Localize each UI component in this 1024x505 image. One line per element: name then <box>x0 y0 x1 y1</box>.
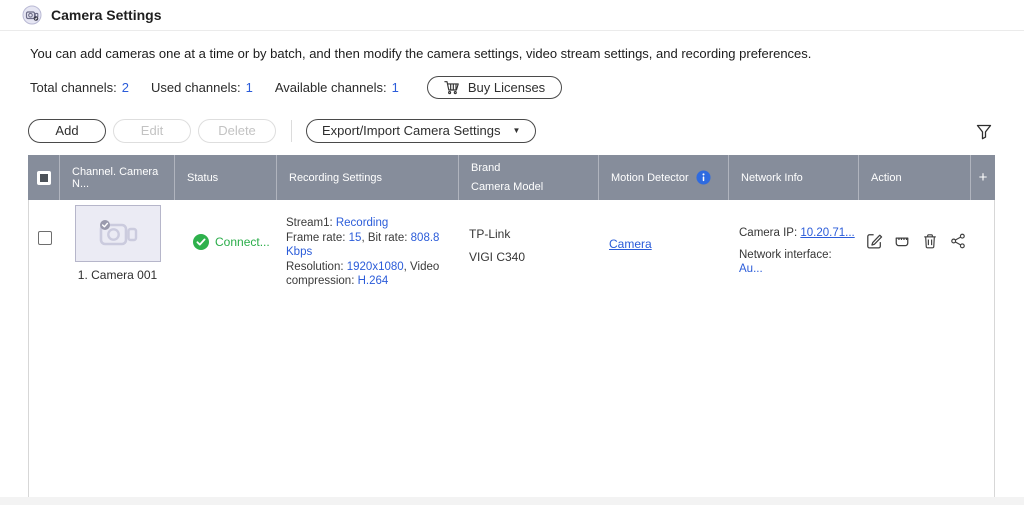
network-interface-value: Au... <box>739 263 763 275</box>
column-header-channel: Channel. Camera N... <box>59 155 174 200</box>
column-header-recording: Recording Settings <box>276 155 458 200</box>
motion-camera-link[interactable]: Camera <box>609 237 652 251</box>
resolution-label: Resolution: <box>286 261 347 273</box>
available-channels-value: 1 <box>392 80 399 95</box>
model-value: VIGI C340 <box>469 250 599 264</box>
resolution-value: 1920x1080 <box>347 261 404 273</box>
edit-button[interactable]: Edit <box>113 119 191 143</box>
recording-line-4: compression: H.264 <box>286 274 453 289</box>
add-column-body-cell <box>971 200 996 289</box>
available-channels: Available channels: 1 <box>275 80 399 95</box>
dropdown-caret-icon: ▼ <box>512 127 520 135</box>
channel-cell: 1. Camera 001 <box>60 200 175 289</box>
camera-thumbnail-icon <box>95 216 141 252</box>
select-all-checkbox[interactable] <box>37 171 51 185</box>
export-import-label: Export/Import Camera Settings <box>322 123 500 138</box>
video-label: , Video <box>404 261 440 273</box>
recording-stream-value: Recording <box>336 217 388 229</box>
buy-licenses-label: Buy Licenses <box>468 80 545 95</box>
total-channels-label: Total channels: <box>30 80 117 95</box>
status-cell: Connect... <box>175 200 277 289</box>
recording-settings-cell: Stream1: Recording Frame rate: 15, Bit r… <box>277 200 459 289</box>
add-button[interactable]: Add <box>28 119 106 143</box>
column-header-camera-model: Camera Model <box>471 181 543 193</box>
row-checkbox[interactable] <box>38 231 52 245</box>
filter-funnel-icon <box>975 123 993 141</box>
add-column-button[interactable]: + <box>970 155 995 200</box>
brand-value: TP-Link <box>469 227 599 241</box>
total-channels: Total channels: 2 <box>30 80 129 95</box>
buy-licenses-button[interactable]: Buy Licenses <box>427 76 562 99</box>
used-channels: Used channels: 1 <box>151 80 253 95</box>
edit-icon[interactable] <box>865 232 883 250</box>
column-header-status: Status <box>174 155 276 200</box>
recording-line-1: Stream1: Recording <box>286 216 453 231</box>
camera-ip-line: Camera IP: 10.20.71... <box>739 226 855 240</box>
toolbar: Add Edit Delete Export/Import Camera Set… <box>28 115 995 146</box>
table-row: 1. Camera 001 Connect... Stream1: Record… <box>29 200 994 289</box>
camera-app-icon <box>22 5 42 25</box>
page-header: Camera Settings <box>0 0 1024 31</box>
export-import-dropdown[interactable]: Export/Import Camera Settings ▼ <box>306 119 536 143</box>
motion-detector-cell: Camera <box>599 200 729 289</box>
select-all-cell <box>28 155 59 200</box>
total-channels-value: 2 <box>122 80 129 95</box>
compression-value: H.264 <box>358 275 389 287</box>
checkbox-indeterminate-mark <box>40 174 48 182</box>
toolbar-divider <box>291 120 292 142</box>
status-text: Connect... <box>215 235 270 249</box>
column-header-brand-model: Brand Camera Model <box>458 155 598 200</box>
intro-text: You can add cameras one at a time or by … <box>30 46 994 61</box>
row-checkbox-cell <box>29 200 60 289</box>
recording-stream-label: Stream1: <box>286 217 336 229</box>
share-icon[interactable] <box>949 232 967 250</box>
column-header-brand: Brand <box>471 162 500 174</box>
action-cell <box>859 200 971 289</box>
column-header-motion: Motion Detector <box>598 155 728 200</box>
bottom-strip <box>0 497 1024 505</box>
used-channels-label: Used channels: <box>151 80 241 95</box>
recording-line-2: Frame rate: 15, Bit rate: 808.8 Kbps <box>286 231 453 260</box>
compression-label: compression: <box>286 275 358 287</box>
camera-ip-label: Camera IP: <box>739 227 800 239</box>
table-body: 1. Camera 001 Connect... Stream1: Record… <box>28 200 995 499</box>
network-interface-line: Network interface: Au... <box>739 248 855 276</box>
delete-button[interactable]: Delete <box>198 119 276 143</box>
camera-table: Channel. Camera N... Status Recording Se… <box>28 155 995 499</box>
info-icon[interactable] <box>696 170 711 185</box>
used-channels-value: 1 <box>246 80 253 95</box>
column-header-network: Network Info <box>728 155 858 200</box>
license-bar: Total channels: 2 Used channels: 1 Avail… <box>30 76 1024 99</box>
camera-thumbnail[interactable] <box>75 205 161 262</box>
channel-camera-name: 1. Camera 001 <box>78 268 157 282</box>
filter-button[interactable] <box>973 121 995 146</box>
frame-rate-value: 15 <box>349 232 362 244</box>
camera-settings-page: Camera Settings You can add cameras one … <box>0 0 1024 505</box>
available-channels-label: Available channels: <box>275 80 387 95</box>
column-header-action: Action <box>858 155 970 200</box>
camera-ip-link[interactable]: 10.20.71... <box>800 227 854 239</box>
recording-line-3: Resolution: 1920x1080, Video <box>286 260 453 275</box>
page-title: Camera Settings <box>51 7 161 23</box>
motion-detector-label: Motion Detector <box>611 172 689 184</box>
bit-rate-label: , Bit rate: <box>361 232 410 244</box>
cart-icon <box>444 80 460 95</box>
trash-icon[interactable] <box>921 232 939 250</box>
table-header-row: Channel. Camera N... Status Recording Se… <box>28 155 995 200</box>
brand-model-cell: TP-Link VIGI C340 <box>459 200 599 289</box>
frame-rate-label: Frame rate: <box>286 232 349 244</box>
network-info-cell: Camera IP: 10.20.71... Network interface… <box>729 200 859 289</box>
status-connected-icon <box>193 234 209 250</box>
network-port-icon[interactable] <box>893 232 911 250</box>
network-interface-label: Network interface: <box>739 249 832 261</box>
